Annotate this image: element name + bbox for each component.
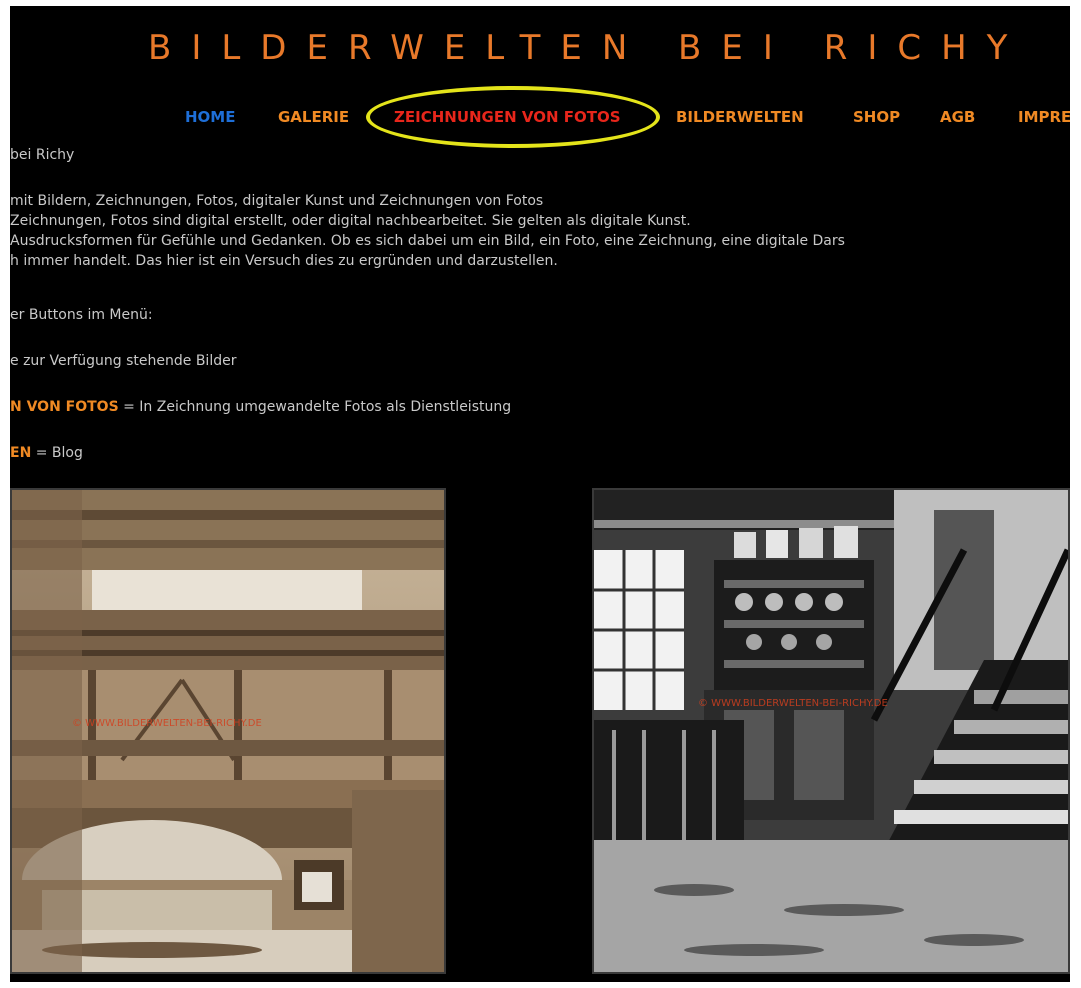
website-viewport: BILDERWELTEN BEI RICHY HOME GALERIE ZEIC… — [10, 6, 1070, 982]
nav-impressum[interactable]: IMPRE — [1018, 108, 1070, 126]
intro-line: er Buttons im Menü: — [10, 307, 153, 323]
menu-term-description: = Blog — [31, 445, 83, 461]
nav-home[interactable]: HOME — [185, 108, 235, 126]
menu-explanation-zeichnungen: N VON FOTOS = In Zeichnung umgewandelte … — [10, 398, 511, 416]
watermark: © WWW.BILDERWELTEN-BEI-RICHY.DE — [72, 718, 262, 729]
intro-line: e zur Verfügung stehende Bilder — [10, 353, 237, 369]
menu-term-description: = In Zeichnung umgewandelte Fotos als Di… — [118, 399, 512, 415]
industrial-bridge-photo[interactable]: © WWW.BILDERWELTEN-BEI-RICHY.DE — [10, 488, 446, 974]
intro-line: bei Richy — [10, 147, 75, 163]
screenshot-page: BILDERWELTEN BEI RICHY HOME GALERIE ZEIC… — [0, 0, 1081, 988]
menu-term: N VON FOTOS — [10, 399, 119, 415]
intro-line: h immer handelt. Das hier ist ein Versuc… — [10, 253, 558, 269]
site-title: BILDERWELTEN BEI RICHY — [148, 28, 1028, 68]
old-kitchen-image — [594, 490, 1068, 972]
watermark: © WWW.BILDERWELTEN-BEI-RICHY.DE — [698, 698, 888, 709]
nav-zeichnungen-von-fotos[interactable]: ZEICHNUNGEN VON FOTOS — [394, 108, 621, 126]
nav-agb[interactable]: AGB — [940, 108, 975, 126]
main-nav: HOME GALERIE ZEICHNUNGEN VON FOTOS BILDE… — [10, 108, 1070, 138]
old-kitchen-staircase-photo[interactable]: © WWW.BILDERWELTEN-BEI-RICHY.DE — [592, 488, 1070, 974]
menu-term: EN — [10, 445, 32, 461]
intro-line: mit Bildern, Zeichnungen, Fotos, digital… — [10, 193, 544, 209]
intro-line: Ausdrucksformen für Gefühle und Gedanken… — [10, 233, 845, 249]
intro-line: Zeichnungen, Fotos sind digital erstellt… — [10, 213, 691, 229]
nav-galerie[interactable]: GALERIE — [278, 108, 349, 126]
menu-explanation-bilderwelten: EN = Blog — [10, 444, 83, 462]
industrial-bridge-image — [12, 490, 444, 972]
nav-shop[interactable]: SHOP — [853, 108, 900, 126]
nav-bilderwelten[interactable]: BILDERWELTEN — [676, 108, 804, 126]
